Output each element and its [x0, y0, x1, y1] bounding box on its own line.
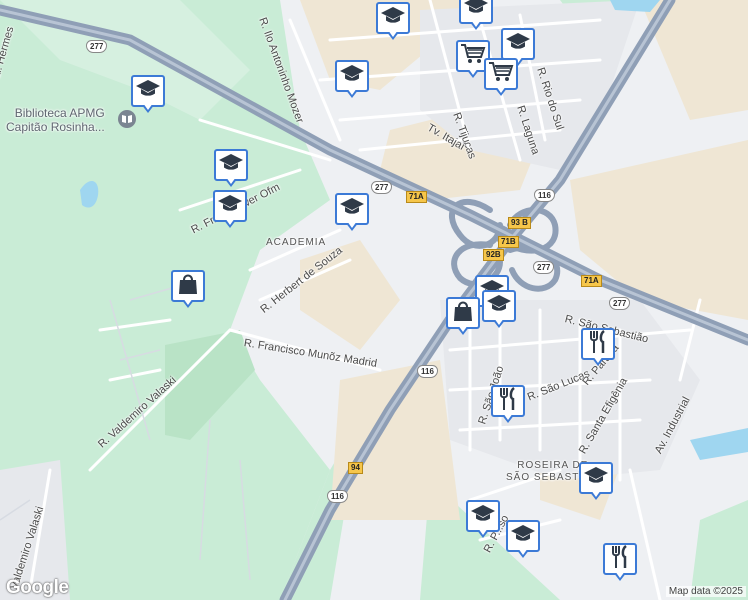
map-attribution[interactable]: Map data ©2025	[665, 586, 746, 597]
shopping-cart-icon	[488, 61, 514, 88]
exit-label-94: 94	[348, 462, 363, 474]
map-marker-school-8[interactable]	[335, 193, 369, 233]
map-marker-school-12[interactable]	[466, 500, 500, 540]
map-marker-school-11[interactable]	[579, 462, 613, 502]
school-icon	[470, 503, 496, 530]
school-icon	[583, 465, 609, 492]
exit-label-92b: 92B	[483, 249, 504, 261]
map-canvas[interactable]: R. Ilo Antoninho Mozer R. Rio do Sul R. …	[0, 0, 748, 600]
school-icon	[380, 5, 406, 32]
exit-label-93b: 93 B	[508, 217, 531, 229]
exit-label-71a: 71A	[406, 191, 427, 203]
road-shield-277: 277	[533, 261, 555, 274]
school-icon	[510, 523, 536, 550]
road-shield-277: 277	[609, 297, 631, 310]
school-icon	[463, 0, 489, 22]
school-icon	[135, 78, 161, 105]
school-icon	[339, 63, 365, 90]
school-icon	[339, 196, 365, 223]
school-icon	[486, 293, 512, 320]
road-shield-277: 277	[371, 181, 393, 194]
shopping-cart-icon	[460, 43, 486, 70]
map-marker-school-7[interactable]	[213, 190, 247, 230]
map-marker-school-1[interactable]	[376, 2, 410, 42]
road-shield-116: 116	[534, 189, 555, 202]
road-shield-116: 116	[417, 365, 438, 378]
restaurant-icon	[586, 329, 610, 360]
restaurant-icon	[608, 544, 632, 575]
poi-label-biblioteca[interactable]: Biblioteca APMG Capitão Rosinha...	[6, 106, 105, 134]
area-label-academia: ACADEMIA	[266, 237, 327, 248]
map-marker-school-5[interactable]	[131, 75, 165, 115]
school-icon	[505, 31, 531, 58]
map-marker-restaurant-1[interactable]	[581, 328, 615, 368]
road-shield-277: 277	[86, 40, 108, 53]
map-marker-school-13[interactable]	[506, 520, 540, 560]
google-logo[interactable]: Google	[6, 577, 69, 599]
school-icon	[217, 193, 243, 220]
map-marker-school-4[interactable]	[335, 60, 369, 100]
map-marker-bag-1[interactable]	[171, 270, 205, 310]
exit-label-71a: 71A	[581, 275, 602, 287]
map-marker-restaurant-2[interactable]	[491, 385, 525, 425]
restaurant-icon	[496, 386, 520, 417]
map-marker-school-6[interactable]	[214, 149, 248, 189]
map-marker-school-2[interactable]	[459, 0, 493, 32]
map-marker-cart-2[interactable]	[484, 58, 518, 98]
exit-label-71b: 71B	[498, 236, 519, 248]
shopping-bag-icon	[451, 299, 475, 328]
map-marker-bag-2[interactable]	[446, 297, 480, 337]
road-shield-116: 116	[327, 490, 348, 503]
map-marker-restaurant-3[interactable]	[603, 543, 637, 583]
map-base-layer	[0, 0, 748, 600]
school-icon	[218, 152, 244, 179]
shopping-bag-icon	[176, 272, 200, 301]
map-marker-school-10[interactable]	[482, 290, 516, 330]
